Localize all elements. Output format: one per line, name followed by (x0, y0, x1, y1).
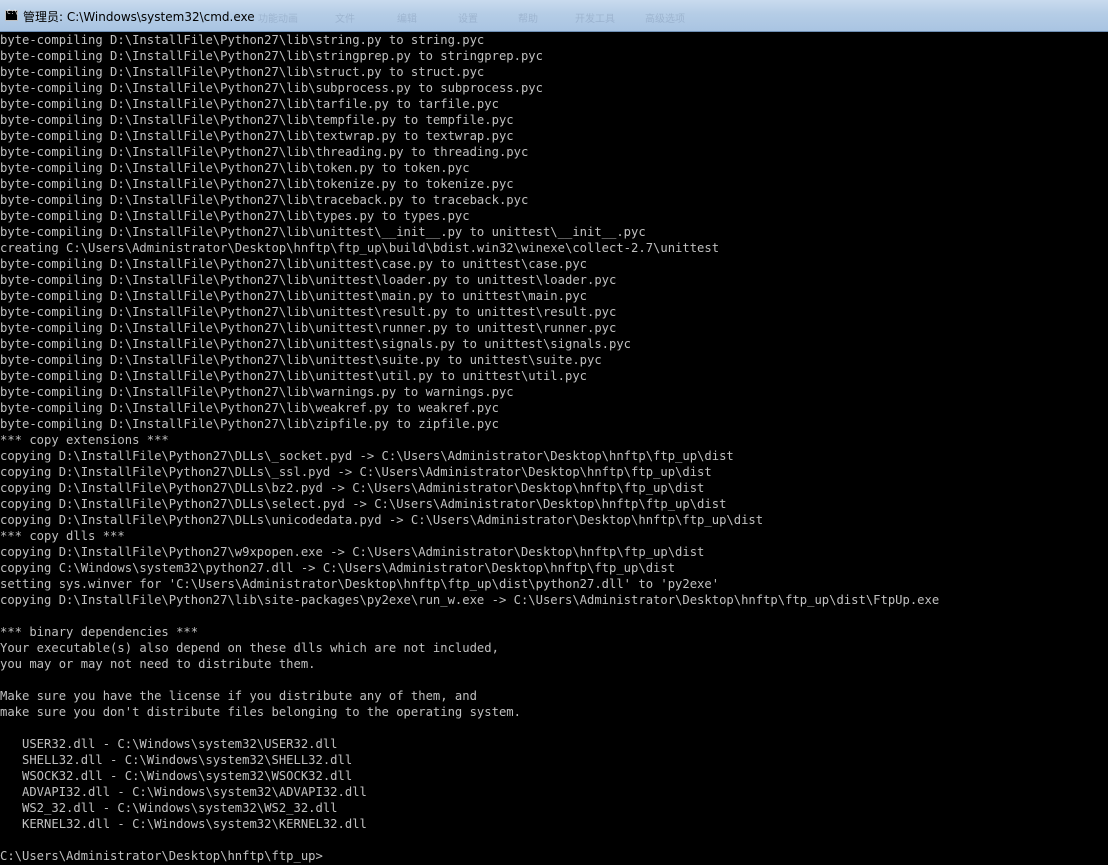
title-bar[interactable]: 管理员: C:\Windows\system32\cmd.exe 功能动画 文件… (0, 0, 1108, 32)
console-line: copying D:\InstallFile\Python27\lib\site… (0, 593, 940, 607)
console-line: byte-compiling D:\InstallFile\Python27\l… (0, 49, 543, 63)
console-line: SHELL32.dll - C:\Windows\system32\SHELL3… (0, 753, 353, 767)
console-line: copying D:\InstallFile\Python27\DLLs\_so… (0, 449, 734, 463)
console-line: USER32.dll - C:\Windows\system32\USER32.… (0, 737, 338, 751)
cmd-icon[interactable] (5, 9, 18, 21)
console-line: copying C:\Windows\system32\python27.dll… (0, 561, 676, 575)
console-line: *** copy dlls *** (0, 529, 125, 543)
cmd-window: 管理员: C:\Windows\system32\cmd.exe 功能动画 文件… (0, 0, 1108, 865)
console-line: byte-compiling D:\InstallFile\Python27\l… (0, 273, 617, 287)
console-line: you may or may not need to distribute th… (0, 657, 316, 671)
console-line: byte-compiling D:\InstallFile\Python27\l… (0, 417, 499, 431)
console-line: byte-compiling D:\InstallFile\Python27\l… (0, 257, 587, 271)
ghost-menu-item: 开发工具 (575, 14, 615, 25)
console-line: setting sys.winver for 'C:\Users\Adminis… (0, 577, 720, 591)
console-line: byte-compiling D:\InstallFile\Python27\l… (0, 177, 514, 191)
window-title: 管理员: C:\Windows\system32\cmd.exe (23, 10, 255, 24)
console-line: byte-compiling D:\InstallFile\Python27\l… (0, 337, 632, 351)
console-line: byte-compiling D:\InstallFile\Python27\l… (0, 289, 587, 303)
console-output[interactable]: byte-compiling D:\InstallFile\Python27\l… (0, 32, 1108, 865)
console-line: byte-compiling D:\InstallFile\Python27\l… (0, 33, 485, 47)
console-line: ADVAPI32.dll - C:\Windows\system32\ADVAP… (0, 785, 367, 799)
console-line: Make sure you have the license if you di… (0, 689, 477, 703)
ghost-menu-item: 帮助 (518, 14, 538, 25)
command-prompt: C:\Users\Administrator\Desktop\hnftp\ftp… (0, 849, 323, 863)
console-line: byte-compiling D:\InstallFile\Python27\l… (0, 353, 602, 367)
ghost-menu-item: 功能动画 (258, 14, 298, 25)
console-line: byte-compiling D:\InstallFile\Python27\l… (0, 401, 499, 415)
console-line: byte-compiling D:\InstallFile\Python27\l… (0, 369, 587, 383)
console-line: byte-compiling D:\InstallFile\Python27\l… (0, 81, 543, 95)
console-line: WSOCK32.dll - C:\Windows\system32\WSOCK3… (0, 769, 353, 783)
console-line: byte-compiling D:\InstallFile\Python27\l… (0, 305, 617, 319)
console-line: copying D:\InstallFile\Python27\w9xpopen… (0, 545, 705, 559)
console-line: byte-compiling D:\InstallFile\Python27\l… (0, 145, 529, 159)
console-line: copying D:\InstallFile\Python27\DLLs\_ss… (0, 465, 712, 479)
console-line: copying D:\InstallFile\Python27\DLLs\bz2… (0, 481, 705, 495)
console-line: byte-compiling D:\InstallFile\Python27\l… (0, 129, 514, 143)
ghost-menu-item: 编辑 (397, 14, 417, 25)
console-line: byte-compiling D:\InstallFile\Python27\l… (0, 97, 499, 111)
console-line: creating C:\Users\Administrator\Desktop\… (0, 241, 720, 255)
console-line: byte-compiling D:\InstallFile\Python27\l… (0, 113, 514, 127)
ghost-menu-item: 设置 (458, 14, 478, 25)
console-line: make sure you don't distribute files bel… (0, 705, 521, 719)
console-line: byte-compiling D:\InstallFile\Python27\l… (0, 225, 646, 239)
ghost-menu-item: 高级选项 (645, 14, 685, 25)
console-line: byte-compiling D:\InstallFile\Python27\l… (0, 65, 485, 79)
console-line: byte-compiling D:\InstallFile\Python27\l… (0, 209, 470, 223)
console-line: *** binary dependencies *** (0, 625, 199, 639)
ghost-menu-item: 文件 (335, 14, 355, 25)
console-line: byte-compiling D:\InstallFile\Python27\l… (0, 321, 617, 335)
console-line: Your executable(s) also depend on these … (0, 641, 499, 655)
console-line: *** copy extensions *** (0, 433, 169, 447)
console-line: WS2_32.dll - C:\Windows\system32\WS2_32.… (0, 801, 338, 815)
console-line: copying D:\InstallFile\Python27\DLLs\sel… (0, 497, 727, 511)
console-line: KERNEL32.dll - C:\Windows\system32\KERNE… (0, 817, 367, 831)
console-line: byte-compiling D:\InstallFile\Python27\l… (0, 385, 514, 399)
console-line: copying D:\InstallFile\Python27\DLLs\uni… (0, 513, 764, 527)
console-line: byte-compiling D:\InstallFile\Python27\l… (0, 193, 529, 207)
console-line: byte-compiling D:\InstallFile\Python27\l… (0, 161, 470, 175)
